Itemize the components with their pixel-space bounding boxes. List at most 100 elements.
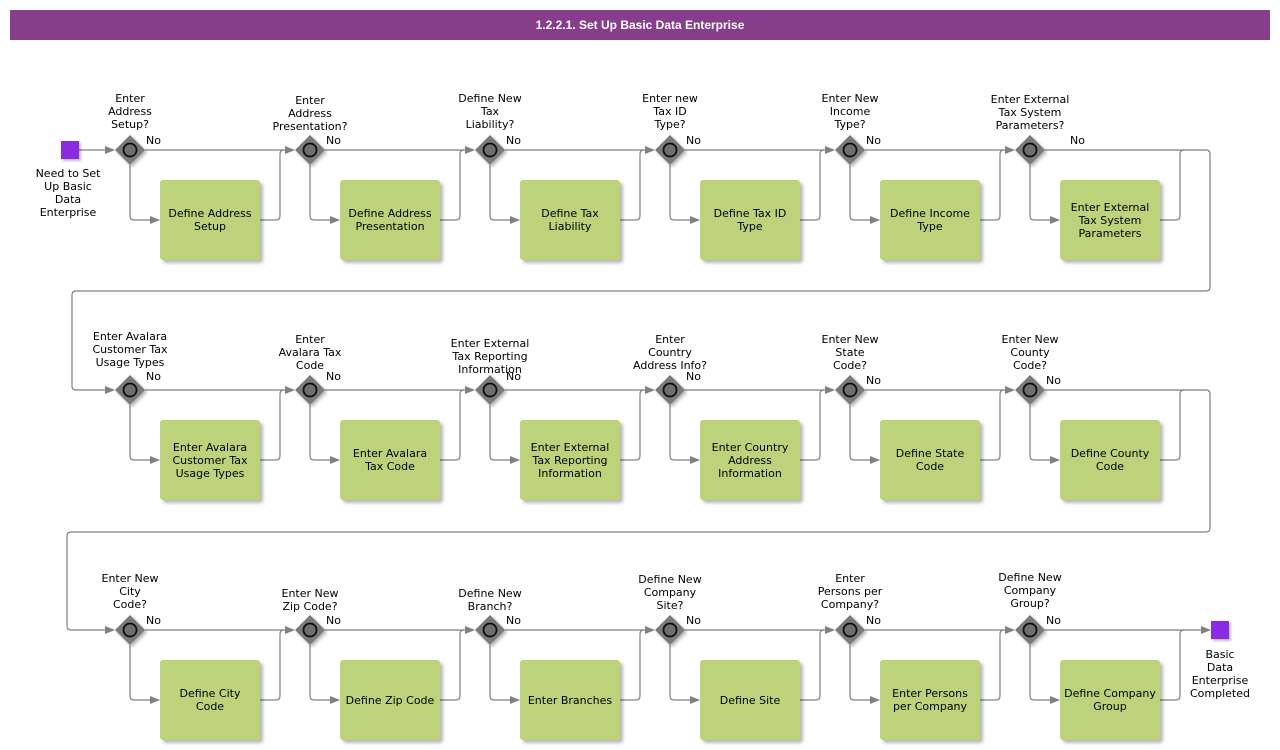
task-label: Enter Branches: [527, 693, 613, 707]
connector-merge: [980, 389, 1005, 461]
gateway-diamond[interactable]: [295, 135, 325, 165]
gateway-diamond[interactable]: [1015, 135, 1045, 165]
connector-merge: [1160, 389, 1185, 461]
connector-yes: [129, 405, 160, 464]
connector-merge: [620, 629, 645, 701]
task-label: Enter Avalara Tax Code: [352, 447, 428, 473]
task-box[interactable]: Define Zip Code: [340, 660, 440, 740]
gateway-diamond[interactable]: [655, 135, 685, 165]
gateway-question-label: Define New Company Site?: [638, 573, 702, 612]
gateway-question-label: Enter Country Address Info?: [633, 333, 707, 372]
connector-merge: [980, 629, 1005, 701]
no-branch-label: No: [326, 614, 341, 627]
task-label: Define Tax Liability: [541, 207, 599, 233]
gateway-question-label: Enter new Tax ID Type?: [642, 92, 698, 131]
start-event-label: Need to Set Up Basic Data Enterprise: [35, 167, 101, 219]
gateway-circle-icon: [122, 142, 138, 158]
task-box[interactable]: Define Tax ID Type: [700, 180, 800, 260]
connector-yes: [489, 405, 520, 464]
connector-merge: [620, 389, 645, 461]
task-box[interactable]: Enter Avalara Tax Code: [340, 420, 440, 500]
gateway-question-label: Enter New County Code?: [1001, 333, 1059, 372]
connector-yes: [1029, 645, 1060, 704]
gateway-circle-icon: [1022, 622, 1038, 638]
connector-merge: [620, 149, 645, 221]
task-box[interactable]: Enter Avalara Customer Tax Usage Types: [160, 420, 260, 500]
no-branch-label: No: [146, 614, 161, 627]
task-label: Define Site: [719, 693, 781, 707]
task-box[interactable]: Enter Persons per Company: [880, 660, 980, 740]
gateway-diamond[interactable]: [835, 135, 865, 165]
gateway-diamond[interactable]: [115, 135, 145, 165]
task-box[interactable]: Enter Branches: [520, 660, 620, 740]
connector-merge: [260, 629, 285, 701]
no-branch-label: No: [146, 134, 161, 147]
gateway-question-label: Enter Avalara Customer Tax Usage Types: [92, 330, 168, 369]
gateway-question-label: Enter Avalara Tax Code: [278, 333, 342, 372]
task-label: Enter Persons per Company: [892, 687, 968, 713]
gateway-diamond[interactable]: [835, 375, 865, 405]
connector-merge: [1160, 149, 1185, 221]
gateway-circle-icon: [662, 382, 678, 398]
connector-yes: [669, 165, 700, 224]
task-label: Enter Avalara Customer Tax Usage Types: [172, 440, 248, 480]
gateway-circle-icon: [662, 622, 678, 638]
gateway-diamond[interactable]: [1015, 615, 1045, 645]
gateway-diamond[interactable]: [295, 375, 325, 405]
connector-yes: [1029, 165, 1060, 224]
start-event[interactable]: [61, 141, 79, 159]
gateway-circle-icon: [842, 382, 858, 398]
task-box[interactable]: Enter External Tax System Parameters: [1060, 180, 1160, 260]
gateway-diamond[interactable]: [1015, 375, 1045, 405]
task-box[interactable]: Define Address Setup: [160, 180, 260, 260]
no-branch-label: No: [686, 134, 701, 147]
gateway-question-label: Enter New State Code?: [821, 333, 879, 372]
no-branch-label: No: [1070, 134, 1085, 147]
gateway-diamond[interactable]: [835, 615, 865, 645]
connector-merge: [800, 149, 825, 221]
task-box[interactable]: Define Company Group: [1060, 660, 1160, 740]
task-box[interactable]: Define Address Presentation: [340, 180, 440, 260]
no-branch-label: No: [506, 614, 521, 627]
gateway-diamond[interactable]: [475, 375, 505, 405]
task-label: Define Income Type: [890, 207, 970, 233]
gateway-circle-icon: [842, 622, 858, 638]
gateway-circle-icon: [302, 142, 318, 158]
no-branch-label: No: [326, 370, 341, 383]
task-box[interactable]: Define State Code: [880, 420, 980, 500]
gateway-diamond[interactable]: [115, 375, 145, 405]
task-label: Enter External Tax Reporting Information: [530, 440, 610, 480]
gateway-question-label: Define New Tax Liability?: [458, 92, 522, 131]
task-label: Define County Code: [1070, 447, 1150, 473]
gateway-diamond[interactable]: [655, 615, 685, 645]
end-event-label: Basic Data Enterprise Completed: [1190, 648, 1250, 700]
task-box[interactable]: Define Income Type: [880, 180, 980, 260]
task-box[interactable]: Define County Code: [1060, 420, 1160, 500]
end-event[interactable]: [1211, 621, 1229, 639]
gateway-diamond[interactable]: [295, 615, 325, 645]
task-box[interactable]: Define Tax Liability: [520, 180, 620, 260]
gateway-circle-icon: [302, 622, 318, 638]
gateway-circle-icon: [1022, 382, 1038, 398]
connector-merge: [440, 389, 465, 461]
connector-yes: [849, 405, 880, 464]
gateway-question-label: Enter Persons per Company?: [817, 572, 883, 611]
no-branch-label: No: [506, 370, 521, 383]
gateway-diamond[interactable]: [475, 615, 505, 645]
no-branch-label: No: [866, 374, 881, 387]
gateway-question-label: Enter Address Setup?: [108, 92, 152, 131]
gateway-circle-icon: [122, 622, 138, 638]
connector-merge: [440, 629, 465, 701]
no-branch-label: No: [326, 134, 341, 147]
task-box[interactable]: Define City Code: [160, 660, 260, 740]
connector-merge: [800, 629, 825, 701]
gateway-diamond[interactable]: [475, 135, 505, 165]
task-label: Define Address Presentation: [348, 207, 432, 233]
task-box[interactable]: Define Site: [700, 660, 800, 740]
connector-yes: [849, 645, 880, 704]
task-box[interactable]: Enter Country Address Information: [700, 420, 800, 500]
connector-yes: [309, 645, 340, 704]
gateway-diamond[interactable]: [655, 375, 685, 405]
gateway-diamond[interactable]: [115, 615, 145, 645]
task-box[interactable]: Enter External Tax Reporting Information: [520, 420, 620, 500]
